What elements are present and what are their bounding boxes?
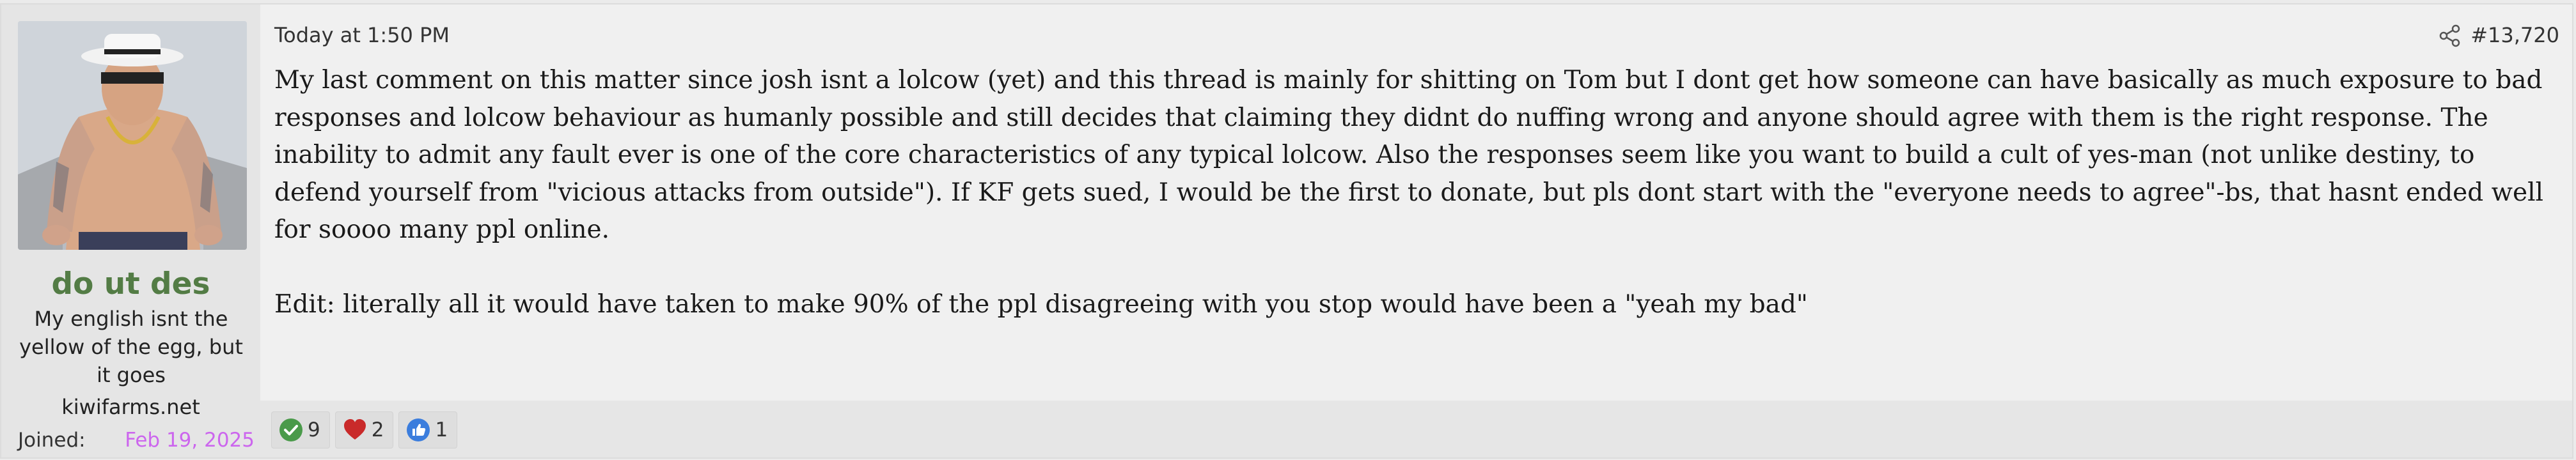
- reaction-count: 9: [308, 418, 320, 441]
- post-number-link[interactable]: #13,720: [2470, 21, 2559, 49]
- reaction-heart[interactable]: 2: [334, 411, 394, 448]
- post-body: My last comment on this matter since jos…: [274, 62, 2564, 323]
- reaction-bar: 9 2 1: [271, 411, 458, 448]
- forum-post: do ut des My english isnt the yellow of …: [0, 3, 2573, 459]
- user-title: My english isnt the yellow of the egg, b…: [19, 307, 243, 387]
- joined-row: Joined: Feb 19, 2025: [18, 426, 255, 454]
- thumbs-up-icon: [405, 417, 431, 443]
- avatar-image: [18, 21, 247, 250]
- username[interactable]: do ut des: [1, 264, 260, 305]
- post-paragraph: My last comment on this matter since jos…: [274, 66, 2544, 244]
- share-icon[interactable]: [2438, 24, 2462, 48]
- post-main: Today at 1:50 PM #13,720 My last comment…: [260, 4, 2572, 457]
- check-icon: [278, 417, 304, 443]
- user-avatar[interactable]: [18, 21, 247, 250]
- reaction-check[interactable]: 9: [271, 411, 330, 448]
- reaction-count: 2: [371, 418, 384, 441]
- reaction-count: 1: [435, 418, 448, 441]
- post-timestamp[interactable]: Today at 1:50 PM: [274, 21, 450, 49]
- joined-date: Feb 19, 2025: [125, 429, 255, 452]
- reaction-thumbs-up[interactable]: 1: [398, 411, 458, 448]
- user-site-label: kiwifarms.net: [61, 395, 200, 419]
- user-sidebar: do ut des My english isnt the yellow of …: [1, 4, 260, 457]
- heart-icon: [342, 417, 368, 443]
- post-footer: 9 2 1: [260, 401, 2572, 457]
- joined-label: Joined:: [18, 429, 86, 452]
- post-paragraph: Edit: literally all it would have taken …: [274, 289, 1808, 319]
